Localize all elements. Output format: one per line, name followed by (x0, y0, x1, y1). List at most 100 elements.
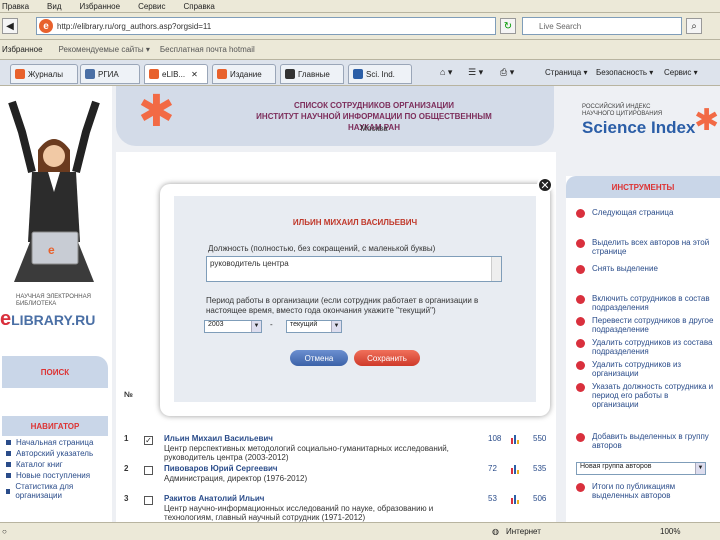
author-name-link[interactable]: Пивоваров Юрий Сергеевич (164, 464, 464, 473)
tool-deselect[interactable]: Снять выделение (576, 264, 716, 274)
publication-count[interactable]: 72 (488, 464, 497, 473)
bullet-icon (6, 440, 11, 445)
publication-count[interactable]: 108 (488, 434, 501, 443)
menu-favorites[interactable]: Избранное (80, 2, 121, 11)
author-position: Центр научно-информационных исследований… (164, 504, 434, 522)
tab-label: Sci. Ind. (366, 69, 395, 79)
citation-count[interactable]: 550 (533, 434, 546, 443)
row-checkbox[interactable] (144, 466, 153, 475)
favorites-label[interactable]: Избранное (2, 45, 43, 54)
menu-edit[interactable]: Правка (2, 2, 29, 11)
nav-item-label: Начальная страница (16, 438, 94, 447)
nav-item-home[interactable]: Начальная страница (6, 438, 108, 447)
row-checkbox[interactable]: ✓ (144, 436, 153, 445)
row-number: 3 (124, 494, 129, 503)
tab-journals[interactable]: Журналы (10, 64, 78, 84)
tool-publication-totals[interactable]: Итоги по публикациям выделенных авторов (576, 482, 716, 500)
year-to-select[interactable]: текущий ▼ (286, 320, 342, 333)
zoom-level[interactable]: 100% (660, 527, 680, 536)
tool-remove-subdivision[interactable]: Удалить сотрудников из состава подраздел… (576, 338, 716, 356)
tools-menu[interactable]: Сервис ▾ (664, 68, 698, 77)
stats-chart-icon[interactable] (511, 435, 520, 444)
tab-label: Главные (298, 69, 330, 79)
tab-sci[interactable]: Sci. Ind. (348, 64, 412, 84)
tab-elib[interactable]: eLIB... ✕ (144, 64, 208, 84)
stats-chart-icon[interactable] (511, 495, 520, 504)
safety-menu[interactable]: Безопасность ▾ (596, 68, 653, 77)
address-field[interactable]: e http://elibrary.ru/org_authors.asp?org… (36, 17, 496, 35)
nav-item-new[interactable]: Новые поступления (6, 471, 108, 480)
year-from-select[interactable]: 2003 ▼ (204, 320, 262, 333)
chevron-down-icon: ▼ (695, 463, 705, 474)
author-name-link[interactable]: Ракитов Анатолий Ильич (164, 494, 464, 503)
live-search-placeholder: Live Search (539, 21, 582, 31)
nav-item-catalog[interactable]: Каталог книг (6, 460, 108, 469)
tab-label: eLIB... (162, 69, 186, 79)
nav-item-label: Каталог книг (16, 460, 63, 469)
publication-count[interactable]: 53 (488, 494, 497, 503)
tab-rgia[interactable]: РГИА (80, 64, 140, 84)
position-label: Должность (полностью, без сокращений, с … (208, 244, 436, 253)
tab-glavnye[interactable]: Главные (280, 64, 344, 84)
search-icon[interactable]: ⌕ (686, 18, 702, 34)
refresh-icon[interactable]: ↻ (500, 18, 516, 34)
search-section-header[interactable]: ПОИСК (2, 356, 108, 388)
textarea-scrollbar[interactable] (491, 257, 501, 281)
index-name: Science Index (582, 118, 696, 137)
print-icon[interactable]: ⎙ ▾ (500, 67, 514, 78)
ie-icon: e (39, 19, 53, 33)
tool-select-all[interactable]: Выделить всех авторов на этой странице (576, 238, 716, 256)
nav-item-stats[interactable]: Статистика для организации (6, 482, 108, 500)
logo-tagline: НАУЧНАЯ ЭЛЕКТРОННАЯ БИБЛИОТЕКА (16, 294, 91, 307)
navigator: НАВИГАТОР Начальная страница Авторский у… (2, 416, 108, 502)
tab-izdanie[interactable]: Издание (212, 64, 276, 84)
tool-next-page[interactable]: Следующая страница (576, 208, 716, 218)
elibrary-logo[interactable]: НАУЧНАЯ ЭЛЕКТРОННАЯ БИБЛИОТЕКА eLIBRARY.… (0, 294, 112, 331)
science-index-flower-icon: ✱ (694, 104, 720, 137)
dialog-title: ИЛЬИН МИХАИЛ ВАСИЛЬЕВИЧ (292, 218, 418, 227)
nav-item-label: Новые поступления (16, 471, 91, 480)
hotmail-link[interactable]: Бесплатная почта hotmail (160, 45, 255, 54)
menu-view[interactable]: Вид (47, 2, 61, 11)
close-icon[interactable]: ✕ (537, 177, 553, 193)
tab-icon (285, 69, 295, 79)
tool-set-position[interactable]: Указать должность сотрудника и период ег… (576, 382, 716, 409)
flower-logo-icon: ✱ (138, 87, 175, 136)
author-name-link[interactable]: Ильин Михаил Васильевич (164, 434, 464, 443)
status-bar: ○ ◍ Интернет 100% (0, 522, 720, 540)
bullet-icon (6, 473, 11, 478)
live-search-input[interactable]: Live Search (522, 17, 682, 35)
save-button[interactable]: Сохранить (354, 350, 420, 366)
close-tab-icon[interactable]: ✕ (191, 70, 198, 79)
suggested-sites-link[interactable]: Рекомендуемые сайты ▾ (59, 45, 150, 54)
tab-bar: Журналы РГИА eLIB... ✕ Издание Главные Sc… (0, 60, 720, 86)
citation-count[interactable]: 506 (533, 494, 546, 503)
index-line1: РОССИЙСКИЙ ИНДЕКС (582, 104, 651, 110)
dialog-body: ИЛЬИН МИХАИЛ ВАСИЛЬЕВИЧ Должность (полно… (174, 196, 536, 402)
page-menu[interactable]: Страница ▾ (545, 68, 588, 77)
author-group-select[interactable]: Новая группа авторов ▼ (576, 462, 706, 475)
menu-help[interactable]: Справка (183, 2, 214, 11)
tool-move-subdivision[interactable]: Перевести сотрудников в другое подраздел… (576, 316, 716, 334)
row-number: 1 (124, 434, 129, 443)
menu-tools[interactable]: Сервис (138, 2, 165, 11)
logo-wordmark: eLIBRARY.RU (0, 308, 96, 330)
position-textarea[interactable]: руководитель центра (206, 256, 502, 282)
stats-chart-icon[interactable] (511, 465, 520, 474)
tool-include-subdivision[interactable]: Включить сотрудников в состав подразделе… (576, 294, 716, 312)
feeds-icon[interactable]: ☰ ▾ (468, 67, 483, 78)
citation-count[interactable]: 535 (533, 464, 546, 473)
tab-icon (149, 69, 159, 79)
cancel-button[interactable]: Отмена (290, 350, 348, 366)
nav-item-author-index[interactable]: Авторский указатель (6, 449, 108, 458)
tool-remove-org[interactable]: Удалить сотрудников из организации (576, 360, 716, 378)
tab-icon (15, 69, 25, 79)
col-number-header: № (124, 390, 133, 399)
year-from-value: 2003 (208, 321, 224, 328)
year-to-value: текущий (290, 321, 318, 328)
back-icon[interactable]: ◀ (2, 18, 18, 34)
science-index-logo[interactable]: РОССИЙСКИЙ ИНДЕКС НАУЧНОГО ЦИТИРОВАНИЯ S… (582, 104, 695, 138)
tool-add-group[interactable]: Добавить выделенных в группу авторов (576, 432, 716, 450)
row-checkbox[interactable] (144, 496, 153, 505)
home-icon[interactable]: ⌂ ▾ (440, 67, 452, 78)
